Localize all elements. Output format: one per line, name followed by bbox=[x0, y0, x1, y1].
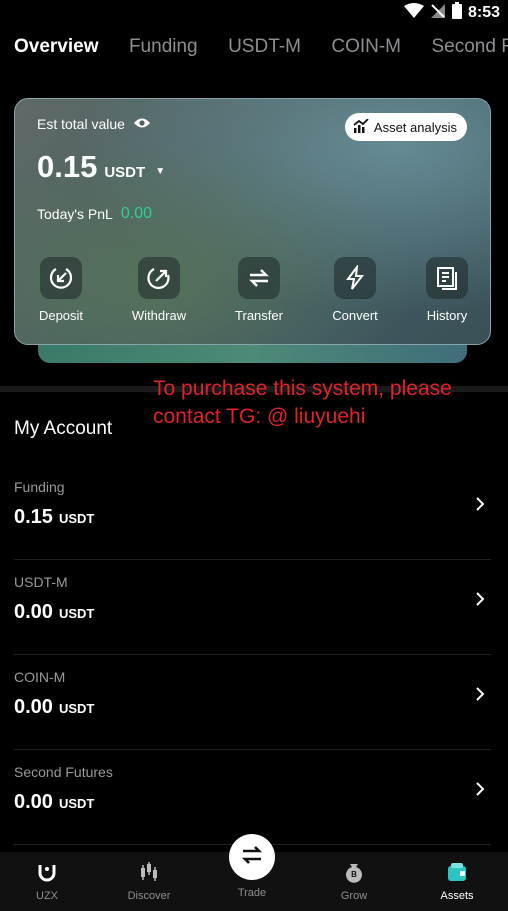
convert-label: Convert bbox=[332, 308, 378, 323]
status-time: 8:53 bbox=[467, 4, 500, 21]
account-value-row: 0.15 USDT bbox=[14, 506, 94, 529]
account-value-row: 0.00 USDT bbox=[14, 791, 94, 814]
withdraw-icon bbox=[138, 257, 180, 299]
quick-actions: Deposit Withdraw Transfer Convert Histor… bbox=[15, 257, 490, 327]
account-value-row: 0.00 USDT bbox=[14, 696, 94, 719]
discover-icon bbox=[137, 861, 161, 883]
account-name: Funding bbox=[14, 479, 65, 495]
nav-assets[interactable]: Assets bbox=[417, 852, 497, 911]
account-name: Second Futures bbox=[14, 764, 113, 780]
withdraw-button[interactable]: Withdraw bbox=[119, 257, 199, 323]
deposit-icon bbox=[40, 257, 82, 299]
nav-discover-label: Discover bbox=[127, 890, 171, 902]
pnl-row: Today's PnL 0.00 bbox=[37, 205, 152, 223]
history-button[interactable]: History bbox=[407, 257, 487, 323]
battery-icon bbox=[451, 2, 462, 24]
promo-line-2: contact TG: @ liuyuehi bbox=[153, 405, 366, 428]
nav-assets-label: Assets bbox=[440, 890, 474, 902]
overview-card: Est total value Asset analysis 0.15 USDT… bbox=[14, 98, 491, 345]
account-unit: USDT bbox=[58, 701, 95, 716]
tab-usdt-m[interactable]: USDT-M bbox=[228, 36, 301, 58]
nav-uzx-label: UZX bbox=[36, 890, 58, 902]
deposit-button[interactable]: Deposit bbox=[21, 257, 101, 323]
overview-card-wrapper: Est total value Asset analysis 0.15 USDT… bbox=[14, 98, 491, 364]
account-row-funding[interactable]: Funding 0.15 USDT bbox=[14, 466, 491, 560]
eye-icon[interactable] bbox=[133, 116, 151, 132]
chevron-right-icon bbox=[473, 779, 487, 799]
tab-funding[interactable]: Funding bbox=[129, 36, 198, 58]
nav-trade-label: Trade bbox=[237, 887, 267, 899]
total-value-row[interactable]: 0.15 USDT ▼ bbox=[37, 149, 165, 185]
status-icons: 8:53 bbox=[403, 2, 500, 24]
pnl-label: Today's PnL bbox=[37, 206, 113, 222]
nav-uzx[interactable]: UZX bbox=[7, 852, 87, 911]
account-row-second-futures[interactable]: Second Futures 0.00 USDT bbox=[14, 751, 491, 845]
trade-swap-icon bbox=[240, 845, 264, 870]
chevron-right-icon bbox=[473, 684, 487, 704]
account-tabs: Overview Funding USDT-M COIN-M Second Fu… bbox=[14, 36, 508, 62]
chart-trend-icon bbox=[353, 117, 369, 136]
uzx-logo-icon bbox=[35, 861, 59, 883]
status-bar: 8:53 bbox=[0, 0, 508, 22]
account-value: 0.00 bbox=[14, 791, 53, 813]
promo-text: To purchase this system, please contact … bbox=[153, 375, 493, 431]
account-unit: USDT bbox=[58, 511, 95, 526]
transfer-label: Transfer bbox=[235, 308, 283, 323]
pnl-value: 0.00 bbox=[120, 205, 152, 222]
account-value: 0.00 bbox=[14, 696, 53, 718]
total-value: 0.15 bbox=[37, 149, 98, 184]
wifi-icon bbox=[403, 2, 424, 24]
convert-button[interactable]: Convert bbox=[315, 257, 395, 323]
deposit-label: Deposit bbox=[38, 308, 84, 323]
tab-coin-m[interactable]: COIN-M bbox=[331, 36, 401, 58]
account-row-usdt-m[interactable]: USDT-M 0.00 USDT bbox=[14, 561, 491, 655]
assets-icon bbox=[445, 861, 469, 883]
caret-down-icon[interactable]: ▼ bbox=[155, 166, 165, 177]
est-total-label: Est total value bbox=[37, 116, 125, 132]
svg-text:B: B bbox=[351, 870, 357, 879]
tab-second-futures[interactable]: Second Futu bbox=[431, 36, 508, 58]
account-value-row: 0.00 USDT bbox=[14, 601, 94, 624]
chevron-right-icon bbox=[473, 494, 487, 514]
account-name: COIN-M bbox=[14, 669, 66, 685]
history-label: History bbox=[426, 308, 468, 323]
account-value: 0.15 bbox=[14, 506, 53, 528]
trade-button[interactable] bbox=[229, 834, 275, 880]
transfer-icon bbox=[238, 257, 280, 299]
asset-analysis-label: Asset analysis bbox=[373, 119, 457, 135]
tab-overview[interactable]: Overview bbox=[14, 36, 99, 58]
transfer-button[interactable]: Transfer bbox=[219, 257, 299, 323]
convert-icon bbox=[334, 257, 376, 299]
no-signal-icon bbox=[430, 3, 446, 24]
nav-grow[interactable]: B Grow bbox=[314, 852, 394, 911]
nav-grow-label: Grow bbox=[340, 890, 368, 902]
total-unit: USDT bbox=[104, 164, 146, 181]
account-row-coin-m[interactable]: COIN-M 0.00 USDT bbox=[14, 656, 491, 750]
withdraw-label: Withdraw bbox=[131, 308, 187, 323]
nav-discover[interactable]: Discover bbox=[109, 852, 189, 911]
grow-icon: B bbox=[342, 861, 366, 883]
account-name: USDT-M bbox=[14, 574, 68, 590]
account-unit: USDT bbox=[58, 606, 95, 621]
chevron-right-icon bbox=[473, 589, 487, 609]
asset-analysis-button[interactable]: Asset analysis bbox=[344, 113, 467, 141]
account-unit: USDT bbox=[58, 796, 95, 811]
account-value: 0.00 bbox=[14, 601, 53, 623]
est-total-label-row: Est total value bbox=[37, 116, 151, 132]
history-icon bbox=[426, 257, 468, 299]
my-account-title: My Account bbox=[14, 418, 113, 439]
promo-line-1: To purchase this system, please bbox=[153, 377, 452, 400]
